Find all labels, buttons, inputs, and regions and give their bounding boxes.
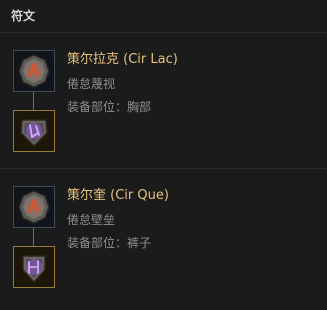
rune-slot-bottom[interactable] (13, 110, 55, 152)
runes-panel: 符文 策尔拉克 (Cir Lac) 倦怠蔑视 装备部位：胸部 策尔奎 (Cir … (0, 0, 327, 310)
cir-rune-stone-icon (18, 54, 50, 88)
rune-name: 策尔拉克 (Cir Lac) (67, 52, 178, 67)
rune-slot-top[interactable] (13, 186, 55, 228)
rune-description: 倦怠壁垒 (67, 213, 116, 227)
lac-rune-stone-icon (20, 119, 48, 148)
que-rune-stone-icon (22, 255, 46, 284)
cir-rune-stone-icon (18, 190, 50, 224)
rune-slot-bottom[interactable] (13, 246, 55, 288)
rune-connector-line (33, 92, 34, 110)
rune-equip-slot: 装备部位：裤子 (67, 236, 152, 250)
panel-title: 符文 (11, 9, 36, 23)
rune-name: 策尔奎 (Cir Que) (67, 188, 169, 203)
section-divider (0, 168, 327, 169)
rune-connector-line (33, 228, 34, 246)
rune-equip-slot: 装备部位：胸部 (67, 100, 152, 114)
rune-slot-top[interactable] (13, 50, 55, 92)
header-divider (0, 32, 327, 33)
rune-description: 倦怠蔑视 (67, 77, 116, 91)
